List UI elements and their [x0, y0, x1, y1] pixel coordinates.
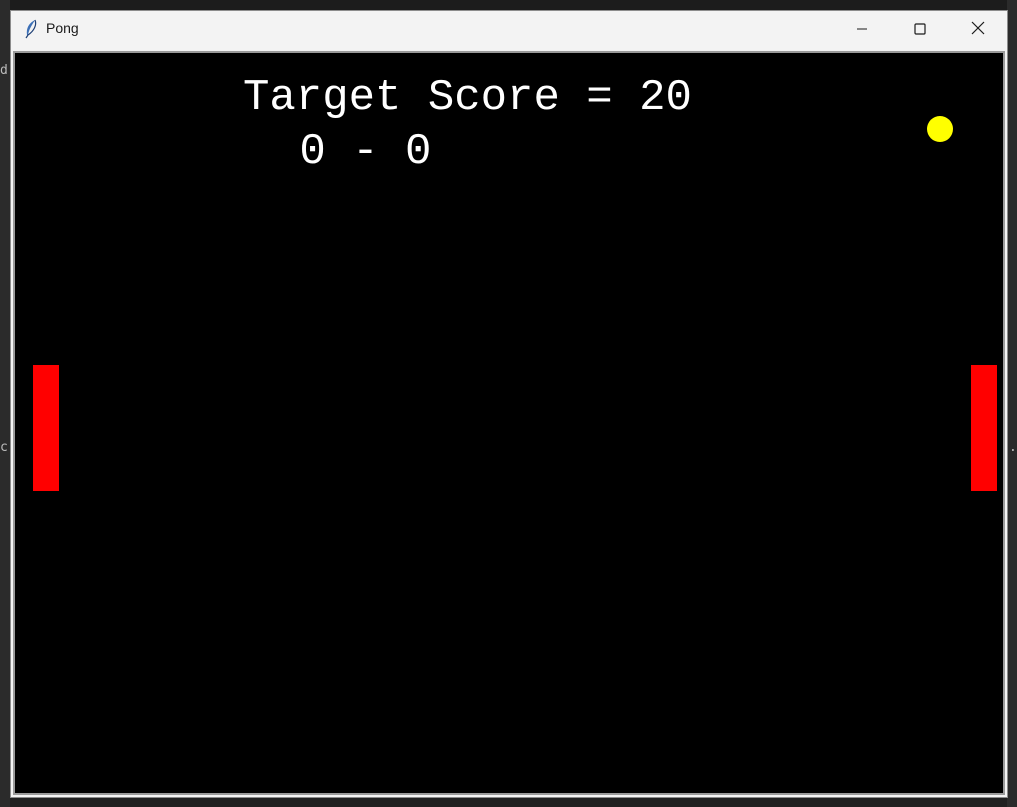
minimize-button[interactable]	[833, 11, 891, 48]
maximize-icon	[914, 20, 926, 39]
game-canvas[interactable]: Target Score = 20 0 - 0	[13, 51, 1005, 795]
right-paddle	[971, 365, 997, 491]
maximize-button[interactable]	[891, 11, 949, 48]
background-text-fragment: c	[0, 440, 8, 455]
desktop-top-strip	[0, 0, 1017, 10]
close-icon	[971, 20, 985, 39]
window-title: Pong	[46, 20, 79, 36]
minimize-icon	[856, 20, 868, 39]
desktop-left-edge	[0, 0, 10, 807]
score-display: 0 - 0	[273, 127, 432, 177]
background-text-fragment: d	[0, 63, 8, 78]
close-button[interactable]	[949, 11, 1007, 48]
title-bar[interactable]: Pong	[11, 11, 1007, 48]
left-paddle	[33, 365, 59, 491]
feather-icon	[23, 19, 39, 39]
ball	[927, 116, 953, 142]
pong-window: Pong Target Score = 20 0 - 0	[10, 10, 1008, 798]
desktop-right-edge	[1007, 0, 1017, 807]
background-text-fragment: .	[1009, 440, 1017, 455]
target-score-label: Target Score = 20	[243, 73, 692, 123]
